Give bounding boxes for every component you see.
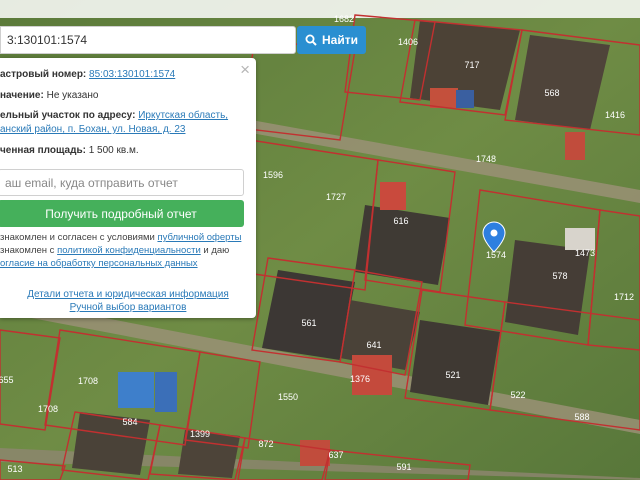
address-row-2: анский район, п. Бохан, ул. Новая, д. 23 [0, 123, 185, 137]
privacy-policy-link[interactable]: политикой конфиденциальности [57, 245, 201, 256]
cadastral-number-link[interactable]: 85:03:130101:1574 [89, 69, 175, 80]
parcel-label: 1574 [486, 250, 506, 260]
search-button[interactable]: Найти [297, 26, 366, 54]
parcel-label: 578 [552, 271, 567, 281]
parcel-label: 637 [328, 450, 343, 460]
address-link-line1[interactable]: Иркутская область, [138, 110, 228, 121]
parcel-label: 561 [301, 318, 316, 328]
parcel-label: 584 [122, 417, 137, 427]
purpose-row: начение: Не указано [0, 89, 98, 103]
address-link-line2[interactable]: анский район, п. Бохан, ул. Новая, д. 23 [0, 124, 185, 135]
personal-data-consent-link[interactable]: огласие на обработку персональных данных [0, 258, 198, 269]
parcel-label: 513 [7, 464, 22, 474]
parcel-info-panel: × астровый номер: 85:03:130101:1574 наче… [0, 58, 256, 318]
parcel-label: 641 [366, 340, 381, 350]
parcel-label: 872 [258, 439, 273, 449]
area-value: 1 500 кв.м. [88, 145, 139, 156]
parcel-label: 616 [393, 216, 408, 226]
area-label: ченная площадь: [0, 145, 86, 156]
email-field[interactable] [0, 169, 244, 196]
parcel-label: 1399 [190, 429, 210, 439]
parcel-label: 655 [0, 375, 14, 385]
parcel-label: 1416 [605, 110, 625, 120]
parcel-label: 591 [396, 462, 411, 472]
cadastral-label: астровый номер: [0, 69, 87, 80]
parcel-label: 1727 [326, 192, 346, 202]
cadastral-row: астровый номер: 85:03:130101:1574 [0, 68, 175, 82]
parcel-label: 1708 [38, 404, 58, 414]
parcel-label: 1473 [575, 248, 595, 258]
parcel-label: 1550 [278, 392, 298, 402]
parcel-label: 568 [544, 88, 559, 98]
parcel-label: 1708 [78, 376, 98, 386]
close-icon[interactable]: × [240, 61, 250, 79]
consent-text: знакомлен и согласен с условиями публичн… [0, 231, 250, 270]
parcel-label: 522 [510, 390, 525, 400]
area-row: ченная площадь: 1 500 кв.м. [0, 144, 139, 158]
parcel-label: 1712 [614, 292, 634, 302]
consent-policy-tail: и даю [200, 245, 230, 256]
address-row: ельный участок по адресу: Иркутская обла… [0, 109, 228, 123]
address-label: ельный участок по адресу: [0, 110, 136, 121]
parcel-label: 1682 [334, 14, 354, 24]
parcel-label: 717 [464, 60, 479, 70]
parcel-label: 1406 [398, 37, 418, 47]
purpose-value: Не указано [46, 90, 99, 101]
parcel-label: 521 [445, 370, 460, 380]
consent-policy-text: знакомлен с [0, 245, 58, 256]
search-icon [305, 34, 317, 46]
parcel-label: 588 [574, 412, 589, 422]
report-details-link[interactable]: Детали отчета и юридическая информация [27, 289, 229, 300]
purpose-label: начение: [0, 90, 44, 101]
consent-offer-text: знакомлен и согласен с условиями [0, 232, 158, 243]
public-offer-link[interactable]: публичной оферты [157, 232, 241, 243]
search-input[interactable] [0, 26, 296, 54]
manual-link-row: Ручной выбор вариантов [0, 301, 256, 315]
parcel-label: 1376 [350, 374, 370, 384]
parcel-label: 1596 [263, 170, 283, 180]
get-report-button[interactable]: Получить подробный отчет [0, 200, 244, 227]
parcel-label: 1748 [476, 154, 496, 164]
search-button-label: Найти [322, 33, 358, 47]
details-link-row: Детали отчета и юридическая информация [0, 288, 256, 302]
manual-selection-link[interactable]: Ручной выбор вариантов [70, 302, 187, 313]
